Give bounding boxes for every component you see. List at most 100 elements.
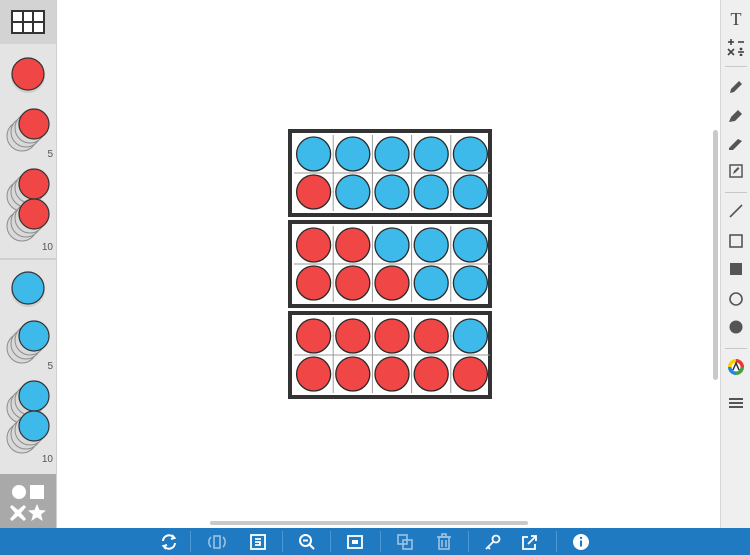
layers-button[interactable] — [343, 531, 367, 552]
red-counter[interactable] — [335, 265, 371, 301]
text-tool[interactable]: T — [721, 6, 750, 32]
ten-frame[interactable] — [288, 129, 492, 217]
stack-count-label: 10 — [41, 454, 53, 465]
stack-top-counter — [18, 320, 50, 352]
info-icon — [573, 533, 589, 550]
horizontal-scrollbar[interactable] — [210, 521, 528, 525]
blue-counter[interactable] — [452, 227, 489, 263]
fit-button[interactable] — [246, 531, 270, 552]
red-counter[interactable] — [374, 318, 410, 354]
math-symbols-icon — [727, 39, 744, 56]
red-counter[interactable] — [452, 356, 489, 392]
key-icon — [485, 534, 501, 550]
blue-counter[interactable] — [452, 265, 489, 301]
red-counter[interactable] — [413, 356, 449, 392]
grid-icon — [11, 10, 45, 34]
edit-box-tool[interactable] — [721, 158, 750, 184]
trash-icon — [437, 532, 451, 550]
red-counter[interactable] — [295, 227, 332, 263]
blue-counter-stack-10[interactable]: 10 — [0, 378, 56, 468]
text-icon: T — [730, 8, 742, 29]
toolbar-separator — [380, 531, 381, 552]
ten-frame-tool[interactable] — [0, 0, 56, 44]
ten-frame[interactable] — [288, 220, 492, 308]
toolbar-separator — [330, 531, 331, 552]
blue-counter[interactable] — [413, 227, 449, 263]
share-button[interactable] — [518, 531, 542, 552]
rotate-button[interactable] — [205, 531, 229, 552]
color-picker-icon — [728, 359, 744, 375]
blue-counter[interactable] — [335, 174, 371, 210]
menu-icon — [729, 398, 743, 408]
info-button[interactable] — [569, 531, 593, 552]
rotate-icon — [208, 534, 226, 549]
workspace-canvas[interactable] — [57, 0, 720, 528]
red-counter[interactable] — [374, 265, 410, 301]
toolbar-separator — [190, 531, 191, 552]
rectangle-outline-icon — [729, 234, 743, 248]
left-palette: 5 10 5 10 — [0, 0, 57, 528]
zoom-out-button[interactable] — [295, 531, 319, 552]
red-counter[interactable] — [295, 265, 332, 301]
duplicate-button[interactable] — [393, 531, 417, 552]
marker-icon — [729, 110, 742, 122]
red-counter[interactable] — [295, 356, 332, 392]
refresh-button[interactable] — [157, 531, 181, 552]
ten-frame[interactable] — [288, 311, 492, 399]
trash-button[interactable] — [432, 531, 456, 552]
pen-tool[interactable] — [721, 74, 750, 100]
blue-counter[interactable] — [452, 318, 489, 354]
duplicate-icon — [397, 533, 413, 550]
fit-icon — [250, 533, 266, 550]
blue-counter[interactable] — [413, 174, 449, 210]
red-counter[interactable] — [335, 227, 371, 263]
menu-tool[interactable] — [721, 390, 750, 416]
red-counter-stack-5[interactable]: 5 — [0, 104, 56, 162]
zoom-out-icon — [299, 533, 315, 550]
toolbar-separator — [725, 348, 747, 349]
share-icon — [522, 534, 537, 550]
stack-count-label: 10 — [41, 242, 53, 253]
color-picker-tool[interactable] — [721, 354, 750, 380]
circle-outline-tool[interactable] — [721, 286, 750, 312]
highlighter-tool[interactable] — [721, 130, 750, 156]
shapes-tool[interactable] — [0, 474, 56, 528]
toolbar-separator — [282, 531, 283, 552]
key-button[interactable] — [481, 531, 505, 552]
red-counter-tool[interactable] — [0, 52, 56, 100]
red-counter[interactable] — [295, 174, 332, 210]
palette-divider — [0, 258, 56, 260]
rectangle-filled-tool[interactable] — [721, 256, 750, 282]
layers-icon — [347, 534, 363, 549]
blue-counter-tool[interactable] — [0, 264, 56, 312]
blue-counter[interactable] — [452, 174, 489, 210]
blue-counter[interactable] — [295, 136, 332, 172]
blue-counter[interactable] — [413, 136, 449, 172]
blue-counter[interactable] — [335, 136, 371, 172]
line-icon — [729, 204, 743, 218]
line-tool[interactable] — [721, 198, 750, 224]
red-counter[interactable] — [335, 318, 371, 354]
blue-counter[interactable] — [413, 265, 449, 301]
ten-frames-area — [288, 129, 492, 399]
stack-top-counter — [18, 108, 50, 140]
blue-counter[interactable] — [374, 227, 410, 263]
blue-counter-stack-5[interactable]: 5 — [0, 316, 56, 374]
stack-count-label: 5 — [47, 361, 53, 372]
stack-top-counter — [18, 168, 50, 200]
blue-circle-icon — [11, 271, 45, 307]
math-symbols-tool[interactable] — [721, 34, 750, 60]
red-counter[interactable] — [335, 356, 371, 392]
red-counter[interactable] — [295, 318, 332, 354]
red-counter[interactable] — [413, 318, 449, 354]
red-counter[interactable] — [374, 356, 410, 392]
rectangle-outline-tool[interactable] — [721, 228, 750, 254]
blue-counter[interactable] — [374, 174, 410, 210]
rectangle-filled-icon — [730, 263, 742, 275]
blue-counter[interactable] — [374, 136, 410, 172]
vertical-scrollbar[interactable] — [713, 130, 718, 380]
marker-tool[interactable] — [721, 102, 750, 128]
circle-filled-tool[interactable] — [721, 314, 750, 340]
red-counter-stack-10[interactable]: 10 — [0, 166, 56, 256]
blue-counter[interactable] — [452, 136, 489, 172]
